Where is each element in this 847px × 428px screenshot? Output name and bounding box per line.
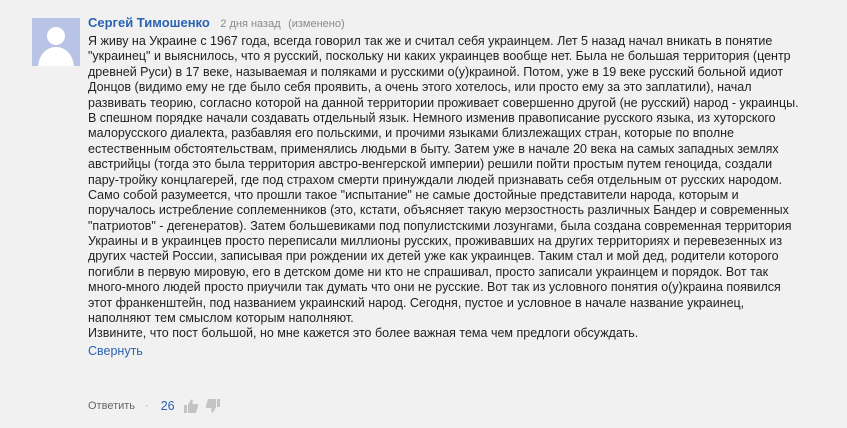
comment-text-line: других частей России, записывая при рожд… — [88, 249, 779, 264]
comment-text-line: развивать теорию, согласно которой на да… — [88, 95, 799, 110]
author-name[interactable]: Сергей Тимошенко — [88, 15, 210, 30]
collapse-link[interactable]: Свернуть — [88, 344, 143, 359]
comment-text-line: естественным обстоятельствам, применялис… — [88, 141, 779, 156]
comment-text-line: много-много людей просто приучили так ду… — [88, 280, 781, 295]
like-count: 26 — [160, 399, 175, 413]
comment-text-line: В спешном порядке начали создавать отдел… — [88, 110, 776, 125]
edited-label: (изменено) — [288, 18, 345, 30]
comment-text-line: Я живу на Украине с 1967 года, всегда го… — [88, 34, 773, 48]
comment-text-line: пару-тройку концлагерей, где под страхом… — [88, 172, 783, 187]
avatar[interactable] — [32, 18, 80, 66]
comment-timestamp[interactable]: 2 дня назад — [220, 18, 280, 30]
comment-text-line: "патриотов" - дегенератов). Затем больше… — [88, 218, 792, 233]
comment-text-line: погибли в первую мировую, его в детском … — [88, 264, 769, 279]
thumbs-down-icon[interactable] — [205, 398, 221, 414]
comment-text-line: австрийцы (тогда это была территория авс… — [88, 157, 773, 172]
comment-text-line: наполняют тем смыслом которым наполняют. — [88, 311, 354, 326]
comment-text-line: древней Руси) в 17 веке, называемая и по… — [88, 64, 784, 79]
comment-header: Сергей Тимошенко 2 дня назад (изменено) — [88, 14, 833, 32]
comment-text-line: Донцов (видимо ему не где было себя проя… — [88, 80, 752, 95]
default-user-avatar-icon — [32, 18, 80, 66]
comment-text-line: Само собой разумеется, что прошли такое … — [88, 187, 739, 202]
comment-actions: Ответить · 26 — [88, 396, 221, 416]
comment-text-line: Украины и в украинцев просто переписали … — [88, 234, 783, 249]
reply-button[interactable]: Ответить — [88, 400, 135, 412]
comment-text-line: этот франкенштейн, под названием украинс… — [88, 295, 745, 310]
comment-text: Я живу на Украине с 1967 года, всегда го… — [88, 34, 833, 342]
comment-body: Сергей Тимошенко 2 дня назад (изменено) … — [88, 14, 833, 360]
thumbs-up-icon[interactable] — [183, 398, 199, 414]
separator-dot: · — [145, 400, 149, 412]
comment-text-line: малорусского диалекта, разбавляя его пол… — [88, 126, 735, 141]
comment-text-line: "украинец" и выяснилось, что я русский, … — [88, 49, 791, 64]
comment-text-line: поручалось истребление соплеменников (эт… — [88, 203, 789, 218]
comment: Сергей Тимошенко 2 дня назад (изменено) … — [0, 0, 847, 428]
comment-text-line: Извините, что пост большой, но мне кажет… — [88, 326, 639, 341]
